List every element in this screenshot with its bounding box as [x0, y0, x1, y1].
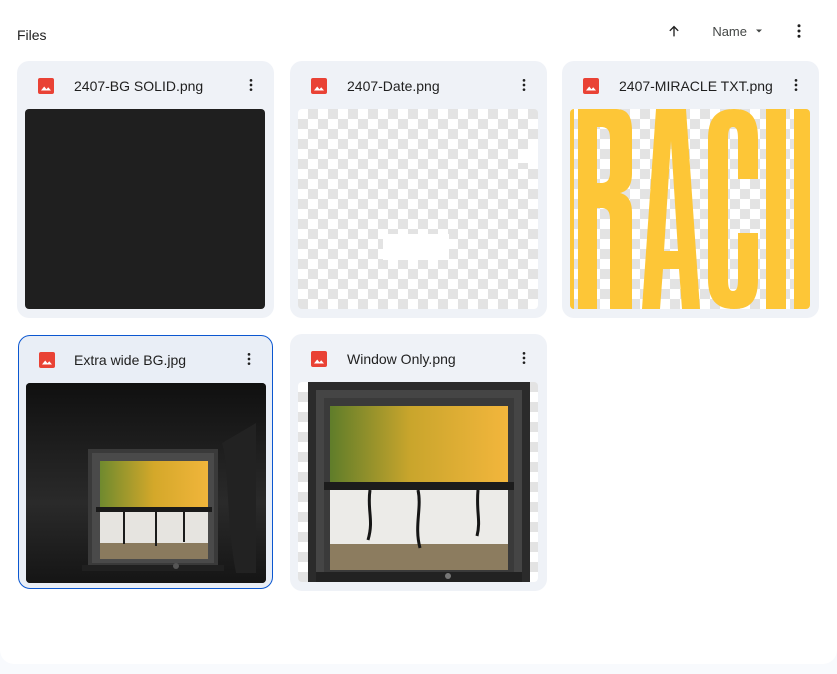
section-title: Files — [17, 27, 47, 43]
card-header: 2407-MIRACLE TXT.png — [562, 61, 819, 109]
sort-direction-button[interactable] — [658, 16, 690, 46]
file-name: 2407-Date.png — [347, 78, 440, 94]
more-vert-icon — [522, 79, 526, 91]
card-more-button[interactable] — [236, 346, 262, 372]
thumbnail — [298, 382, 538, 582]
more-vert-icon — [247, 353, 251, 365]
files-panel: Files Name 2407-BG SOLID.png 2407-Date.p… — [0, 0, 837, 664]
image-file-icon — [38, 78, 54, 94]
image-file-icon — [583, 78, 599, 94]
card-more-button[interactable] — [783, 72, 809, 98]
card-header: 2407-BG SOLID.png — [17, 61, 274, 109]
thumbnail — [26, 383, 266, 583]
file-name: Window Only.png — [347, 351, 456, 367]
card-more-button[interactable] — [511, 72, 537, 98]
thumbnail — [298, 109, 538, 309]
more-vert-icon — [797, 24, 801, 38]
file-card-miracle-txt[interactable]: 2407-MIRACLE TXT.png — [562, 61, 819, 318]
card-header: Extra wide BG.jpg — [19, 336, 272, 384]
caret-down-icon — [756, 29, 762, 33]
thumbnail — [570, 109, 810, 309]
card-header: 2407-Date.png — [290, 61, 547, 109]
card-more-button[interactable] — [238, 72, 264, 98]
file-card-window-only[interactable]: Window Only.png — [290, 334, 547, 591]
more-options-button[interactable] — [783, 16, 815, 46]
arrow-up-icon — [669, 25, 679, 37]
image-file-icon — [39, 352, 55, 368]
file-name: Extra wide BG.jpg — [74, 352, 187, 368]
image-file-icon — [311, 78, 327, 94]
sort-toolbar: Name — [658, 16, 815, 46]
file-name: 2407-BG SOLID.png — [74, 78, 204, 94]
thumbnail — [25, 109, 265, 309]
more-vert-icon — [522, 352, 526, 364]
card-header: Window Only.png — [290, 334, 547, 382]
file-name: 2407-MIRACLE TXT.png — [619, 78, 773, 94]
file-card-bg-solid[interactable]: 2407-BG SOLID.png — [17, 61, 274, 318]
file-card-extra-wide-bg[interactable]: Extra wide BG.jpg — [18, 335, 273, 589]
image-file-icon — [311, 351, 327, 367]
card-more-button[interactable] — [511, 345, 537, 371]
more-vert-icon — [249, 79, 253, 91]
file-card-date[interactable]: 2407-Date.png — [290, 61, 547, 318]
sort-field-label: Name — [712, 23, 747, 39]
more-vert-icon — [794, 79, 798, 91]
sort-field-dropdown[interactable]: Name — [704, 16, 773, 46]
